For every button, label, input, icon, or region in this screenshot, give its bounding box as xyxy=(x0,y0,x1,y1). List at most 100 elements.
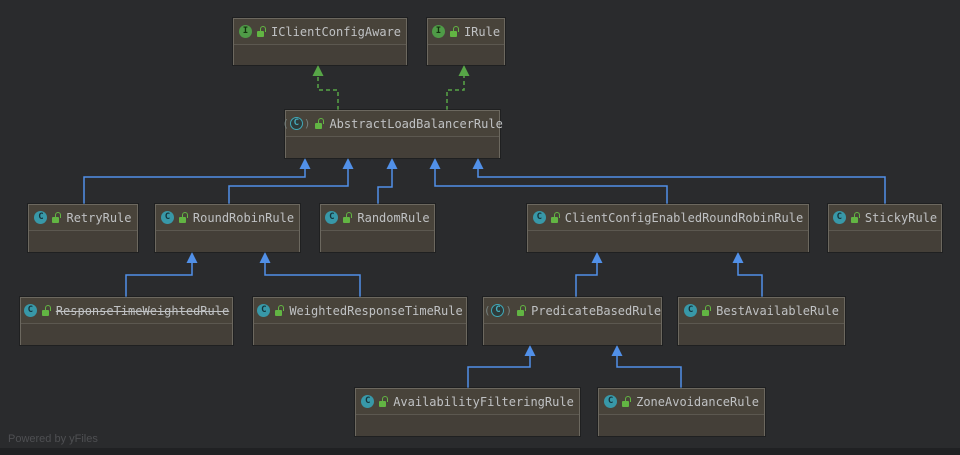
node-members-section xyxy=(21,324,232,345)
extends-edge-roundrobinrule[interactable] xyxy=(228,168,349,204)
abstract-class-icon: (C) xyxy=(282,117,310,130)
class-icon: C xyxy=(832,211,846,224)
node-title-bar: C ZoneAvoidanceRule xyxy=(599,389,764,415)
abstract-class-glyph: C xyxy=(289,117,303,130)
class-name-label: AbstractLoadBalancerRule xyxy=(329,116,503,131)
class-name-label: ClientConfigEnabledRoundRobinRule xyxy=(564,210,804,225)
class-icon: C xyxy=(23,304,37,317)
class-node-iclientconfigaware[interactable]: I IClientConfigAware xyxy=(233,18,407,65)
node-members-section xyxy=(254,324,466,345)
node-title-bar: C StickyRule xyxy=(829,205,941,231)
implements-edge-abstractloadbalancerrule[interactable] xyxy=(446,75,465,110)
public-unlocked-padlock-icon xyxy=(622,395,632,408)
interface-icon: I xyxy=(238,25,252,38)
node-members-section xyxy=(484,324,661,345)
class-name-label: BestAvailableRule xyxy=(716,303,839,318)
extends-edge-weightedresponsetimerule[interactable] xyxy=(264,262,361,297)
extends-edge-predicatebasedrule[interactable] xyxy=(575,262,598,297)
extends-edge-responsetimeweightedrule[interactable] xyxy=(125,262,193,297)
public-unlocked-padlock-icon xyxy=(52,211,62,224)
class-icon: C xyxy=(325,211,339,224)
class-name-label: IRule xyxy=(463,24,501,39)
class-icon: C xyxy=(257,304,271,317)
extends-arrowhead xyxy=(611,345,623,356)
node-title-bar: C ClientConfigEnabledRoundRobinRule xyxy=(528,205,808,231)
public-unlocked-padlock-icon xyxy=(550,211,560,224)
class-node-roundrobinrule[interactable]: C RoundRobinRule xyxy=(155,204,300,252)
node-members-section xyxy=(356,415,579,436)
node-title-bar: I IClientConfigAware xyxy=(234,19,406,45)
extends-edge-bestavailablerule[interactable] xyxy=(737,262,763,297)
node-members-section xyxy=(829,231,941,252)
class-icon: C xyxy=(684,304,698,317)
class-node-clientconfigenabledroundrobinrule[interactable]: C ClientConfigEnabledRoundRobinRule xyxy=(527,204,809,252)
implements-arrowhead xyxy=(312,65,324,76)
node-members-section xyxy=(528,231,808,252)
class-node-abstractloadbalancerrule[interactable]: (C) AbstractLoadBalancerRule xyxy=(282,110,503,158)
node-title-bar: I IRule xyxy=(428,19,504,45)
extends-arrowhead xyxy=(429,158,441,169)
abstract-class-icon: (C) xyxy=(484,304,512,317)
node-members-section xyxy=(234,45,406,65)
implements-arrowhead xyxy=(458,65,470,76)
class-name-label: RandomRule xyxy=(357,210,430,225)
class-name-label: WeightedResponseTimeRule xyxy=(289,303,463,318)
public-unlocked-padlock-icon xyxy=(275,304,285,317)
abstract-paren: ) xyxy=(505,304,513,317)
public-unlocked-padlock-icon xyxy=(256,25,266,38)
extends-arrowhead xyxy=(342,158,354,169)
extends-arrowhead xyxy=(732,252,744,263)
node-members-section xyxy=(599,415,764,436)
extends-edge-availabilityfilteringrule[interactable] xyxy=(467,355,531,388)
node-members-section xyxy=(679,324,844,345)
node-members-section xyxy=(29,231,137,252)
class-icon: C xyxy=(604,395,618,408)
class-node-weightedresponsetimerule[interactable]: C WeightedResponseTimeRule xyxy=(253,297,467,345)
node-title-bar: C ResponseTimeWeightedRule xyxy=(21,298,232,324)
class-node-randomrule[interactable]: C RandomRule xyxy=(320,204,435,252)
interface-icon: I xyxy=(431,25,445,38)
public-unlocked-padlock-icon xyxy=(315,117,325,130)
class-name-label: RetryRule xyxy=(66,210,132,225)
class-node-retryrule[interactable]: C RetryRule xyxy=(28,204,138,252)
node-title-bar: (C) PredicateBasedRule xyxy=(484,298,661,324)
inheritance-edge-layer xyxy=(83,65,886,388)
class-icon: C xyxy=(160,211,174,224)
node-title-bar: C WeightedResponseTimeRule xyxy=(254,298,466,324)
public-unlocked-padlock-icon xyxy=(379,395,389,408)
abstract-paren: ( xyxy=(282,117,289,130)
public-unlocked-padlock-icon xyxy=(178,211,188,224)
node-title-bar: (C) AbstractLoadBalancerRule xyxy=(282,111,503,137)
abstract-paren: ) xyxy=(303,117,311,130)
extends-arrowhead xyxy=(472,158,484,169)
public-unlocked-padlock-icon xyxy=(343,211,353,224)
implements-edge-abstractloadbalancerrule[interactable] xyxy=(317,75,339,110)
node-title-bar: C RandomRule xyxy=(321,205,434,231)
public-unlocked-padlock-icon xyxy=(702,304,712,317)
node-members-section xyxy=(156,231,299,252)
node-title-bar: C RetryRule xyxy=(29,205,137,231)
class-node-zoneavoidancerule[interactable]: C ZoneAvoidanceRule xyxy=(598,388,765,436)
extends-edge-randomrule[interactable] xyxy=(377,168,393,204)
class-node-irule[interactable]: I IRule xyxy=(427,18,505,65)
extends-arrowhead xyxy=(591,252,603,263)
class-icon: C xyxy=(532,211,546,224)
extends-edge-zoneavoidancerule[interactable] xyxy=(616,355,682,388)
class-node-bestavailablerule[interactable]: C BestAvailableRule xyxy=(678,297,845,345)
bottom-strip xyxy=(0,448,960,455)
class-node-availabilityfilteringrule[interactable]: C AvailabilityFilteringRule xyxy=(355,388,580,436)
class-name-label: RoundRobinRule xyxy=(192,210,295,225)
node-members-section xyxy=(321,231,434,252)
uml-diagram-canvas: I IClientConfigAware I IRule(C) AbstractLoad… xyxy=(0,0,960,455)
class-name-label: IClientConfigAware xyxy=(270,24,402,39)
class-name-label: StickyRule xyxy=(864,210,938,225)
class-node-predicatebasedrule[interactable]: (C) PredicateBasedRule xyxy=(483,297,662,345)
class-node-stickyrule[interactable]: C StickyRule xyxy=(828,204,942,252)
public-unlocked-padlock-icon xyxy=(41,304,51,317)
node-title-bar: C AvailabilityFilteringRule xyxy=(356,389,579,415)
node-members-section xyxy=(286,137,499,158)
extends-edge-clientconfigenabledroundrobinrule[interactable] xyxy=(434,168,668,204)
class-icon: C xyxy=(34,211,48,224)
class-node-responsetimeweightedrule[interactable]: C ResponseTimeWeightedRule xyxy=(20,297,233,345)
extends-arrowhead xyxy=(259,252,271,263)
